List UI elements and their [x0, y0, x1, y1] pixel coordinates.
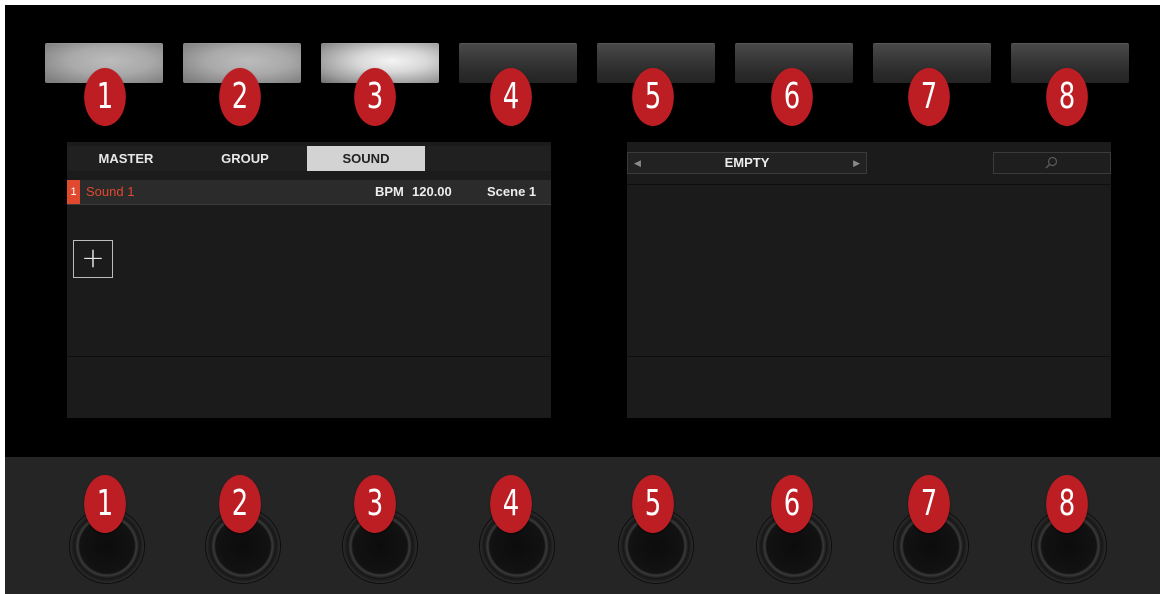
button-number-badge: 4 [490, 68, 532, 126]
left-display: MASTER GROUP SOUND 1 Sound 1 BPM 120.00 … [67, 142, 551, 418]
button-number-badge: 3 [354, 68, 396, 126]
knob-number-badge: 8 [1046, 475, 1088, 533]
arrow-right-icon[interactable]: ▶ [853, 153, 860, 173]
tab-sound[interactable]: SOUND [307, 146, 425, 171]
knob-number-badge: 7 [908, 475, 950, 533]
bpm-label: BPM [375, 184, 404, 199]
button-number-badge: 2 [219, 68, 261, 126]
slot-number: 1 [67, 180, 80, 204]
knob-number-badge: 2 [219, 475, 261, 533]
knob-panel [5, 457, 1160, 594]
knob-number-badge: 6 [771, 475, 813, 533]
divider [627, 356, 1111, 357]
preset-name: EMPTY [724, 155, 770, 170]
sound-name: Sound 1 [86, 184, 135, 199]
tab-bar: MASTER GROUP SOUND [67, 146, 551, 171]
button-number-badge: 5 [632, 68, 674, 126]
knob-number-badge: 3 [354, 475, 396, 533]
search-icon [1045, 156, 1058, 169]
bpm-value: 120.00 [412, 184, 452, 199]
sound-slot-row[interactable]: 1 Sound 1 BPM 120.00 Scene 1 [67, 180, 551, 205]
plus-icon: + [81, 241, 105, 274]
right-display: ◀ EMPTY ▶ [627, 142, 1111, 418]
scene-name: Scene 1 [487, 184, 537, 199]
knob-number-badge: 4 [490, 475, 532, 533]
button-number-badge: 8 [1046, 68, 1088, 126]
search-field[interactable] [993, 152, 1111, 174]
divider [627, 184, 1111, 185]
tab-master[interactable]: MASTER [67, 146, 185, 171]
button-number-badge: 1 [84, 68, 126, 126]
preset-navigator[interactable]: ◀ EMPTY ▶ [627, 152, 867, 174]
knob-number-badge: 1 [84, 475, 126, 533]
knob-number-badge: 5 [632, 475, 674, 533]
add-sound-button[interactable]: + [73, 240, 113, 278]
tab-group[interactable]: GROUP [186, 146, 304, 171]
controller-panel: 1 2 3 4 5 6 7 8 MASTER GROUP SOUND 1 Sou… [5, 5, 1160, 594]
divider [67, 356, 551, 357]
button-number-badge: 6 [771, 68, 813, 126]
button-number-badge: 7 [908, 68, 950, 126]
